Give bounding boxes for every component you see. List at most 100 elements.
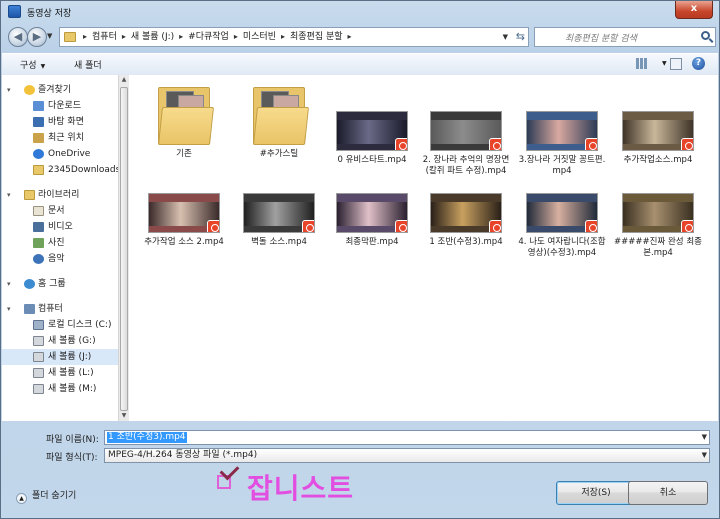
expand-arrow-icon[interactable]: ▾ xyxy=(7,82,11,98)
nav-item[interactable]: 새 볼륨 (L:) xyxy=(2,365,118,381)
search-input[interactable]: 최종편집 분할 검색 xyxy=(534,27,716,47)
file-item[interactable]: 최종막판.mp4 xyxy=(327,193,417,248)
file-name: 최종막판.mp4 xyxy=(345,237,399,247)
navigation-pane: ▾ 즐겨찾기 다운로드 바탕 화면 최근 위치 OneDrive 2345Downloads… xyxy=(2,75,118,421)
history-dropdown-icon[interactable]: ▼ xyxy=(47,32,52,40)
music-icon xyxy=(33,254,44,264)
refresh-icon[interactable]: ⇆ xyxy=(516,28,525,46)
cancel-button[interactable]: 취소 xyxy=(628,481,708,505)
file-name: 0 유비스타트.mp4 xyxy=(337,155,407,165)
organize-label: 구성 xyxy=(20,61,37,71)
close-button[interactable]: x xyxy=(675,1,713,19)
app-icon xyxy=(8,5,21,18)
scroll-up-icon[interactable]: ▲ xyxy=(119,75,129,85)
nav-group-libraries[interactable]: ▾ 라이브러리 xyxy=(2,187,118,203)
pictures-icon xyxy=(33,238,44,248)
nav-item[interactable]: 2345Downloads xyxy=(2,162,118,178)
file-item[interactable]: 3.장나라 거짓말 꽁트편.mp4 xyxy=(517,79,607,177)
file-name: #추가스틸 xyxy=(259,149,299,159)
filetype-dropdown-icon: ▼ xyxy=(701,451,707,459)
media-player-icon xyxy=(585,138,597,150)
nav-item[interactable]: 사진 xyxy=(2,235,118,251)
file-item[interactable]: 2. 장나라 추억의 명장면 (칼쥐 파트 수정).mp4 xyxy=(421,79,511,177)
onedrive-icon xyxy=(33,149,44,159)
new-folder-button[interactable]: 새 폴더 xyxy=(74,58,102,71)
file-item[interactable]: #####진짜 완성 최종본.mp4 xyxy=(613,193,703,259)
file-name: 2. 장나라 추억의 명장면 (칼쥐 파트 수정).mp4 xyxy=(422,155,510,176)
file-name: 추가작업소스.mp4 xyxy=(623,155,693,165)
expand-arrow-icon[interactable]: ▾ xyxy=(7,301,11,317)
nav-item[interactable]: 로컬 디스크 (C:) xyxy=(2,317,118,333)
address-bar[interactable]: ▸ 컴퓨터 ▸ 새 볼륨 (J:) ▸ #다큐작업 ▸ 미스터빈 ▸ 최종편집 분할 ▸ ▼ ⇆ xyxy=(59,27,529,47)
nav-group-homegroup[interactable]: ▾ 홈 그룹 xyxy=(2,276,118,292)
back-arrow-icon: ◀ xyxy=(13,30,23,43)
forward-arrow-icon: ▶ xyxy=(32,30,42,43)
filename-field[interactable]: 1 조반(수정3).mp4 ▼ xyxy=(104,430,710,445)
preview-pane-icon[interactable] xyxy=(670,58,682,70)
crumb-separator-icon[interactable]: ▸ xyxy=(122,32,126,41)
breadcrumb-item[interactable]: #다큐작업 xyxy=(188,32,229,42)
crumb-separator-icon[interactable]: ▸ xyxy=(83,32,87,41)
file-item[interactable]: 벽돌 소스.mp4 xyxy=(234,193,324,248)
scroll-down-icon[interactable]: ▼ xyxy=(119,411,129,421)
nav-item[interactable]: 비디오 xyxy=(2,219,118,235)
organize-menu[interactable]: 구성 ▼ xyxy=(20,58,45,71)
file-item[interactable]: 추가작업소스.mp4 xyxy=(613,79,703,166)
file-name: 1 조반(수정3).mp4 xyxy=(429,237,503,247)
video-thumbnail xyxy=(336,111,408,151)
nav-item-label: 로컬 디스크 (C:) xyxy=(48,320,112,330)
filename-label: 파일 이름(N): xyxy=(46,435,99,445)
view-dropdown-icon[interactable]: ▼ xyxy=(662,60,667,67)
help-icon[interactable]: ? xyxy=(692,57,705,70)
nav-group-computer[interactable]: ▾ 컴퓨터 xyxy=(2,301,118,317)
folder-icon xyxy=(33,165,44,175)
file-list: 기존 #추가스틸 0 유비스타트.mp4 2. 장나라 추억의 명장면 (칼쥐 파트 … xyxy=(129,75,718,421)
recent-places-icon xyxy=(33,133,44,143)
expand-arrow-icon[interactable]: ▾ xyxy=(7,276,11,292)
nav-group-favorites[interactable]: ▾ 즐겨찾기 xyxy=(2,82,118,98)
nav-item[interactable]: 음악 xyxy=(2,251,118,267)
nav-item[interactable]: 다운로드 xyxy=(2,98,118,114)
breadcrumb-item[interactable]: 미스터빈 xyxy=(243,32,276,42)
breadcrumb-item[interactable]: 최종편집 분할 xyxy=(290,32,343,42)
file-item[interactable]: 추가작업 소스 2.mp4 xyxy=(139,193,229,248)
crumb-separator-icon[interactable]: ▸ xyxy=(179,32,183,41)
filename-dropdown-icon[interactable]: ▼ xyxy=(702,433,707,441)
file-item[interactable]: 0 유비스타트.mp4 xyxy=(327,79,417,166)
folder-item[interactable]: 기존 xyxy=(139,79,229,160)
expand-arrow-icon[interactable]: ▾ xyxy=(7,187,11,203)
nav-item[interactable]: 새 볼륨 (M:) xyxy=(2,381,118,397)
nav-item-label: 새 볼륨 (L:) xyxy=(48,368,94,378)
crumb-separator-icon[interactable]: ▸ xyxy=(348,32,352,41)
crumb-separator-icon[interactable]: ▸ xyxy=(281,32,285,41)
file-name: 벽돌 소스.mp4 xyxy=(251,237,307,247)
breadcrumb-item[interactable]: 새 볼륨 (J:) xyxy=(131,32,174,42)
hide-folders-toggle[interactable]: ▲ 폴더 숨기기 xyxy=(16,488,76,504)
crumb-separator-icon[interactable]: ▸ xyxy=(234,32,238,41)
file-name: 4. 나도 여자랍니다(조합영상)(수정3).mp4 xyxy=(518,237,606,258)
nav-item[interactable]: 새 볼륨 (G:) xyxy=(2,333,118,349)
nav-item-label: 새 볼륨 (M:) xyxy=(48,384,97,394)
drive-icon xyxy=(33,384,44,394)
media-player-icon xyxy=(585,220,597,232)
nav-item[interactable]: 바탕 화면 xyxy=(2,114,118,130)
nav-item[interactable]: 최근 위치 xyxy=(2,130,118,146)
videos-icon xyxy=(33,222,44,232)
nav-scrollbar[interactable]: ▲ ▼ xyxy=(118,75,129,421)
nav-item[interactable]: 문서 xyxy=(2,203,118,219)
save-button[interactable]: 저장(S) xyxy=(556,481,636,505)
file-item[interactable]: 1 조반(수정3).mp4 xyxy=(421,193,511,248)
nav-item[interactable]: OneDrive xyxy=(2,146,118,162)
folder-item[interactable]: #추가스틸 xyxy=(234,79,324,160)
filetype-select[interactable]: MPEG-4/H.264 동영상 파일 (*.mp4) ▼ xyxy=(104,448,710,463)
nav-item[interactable]: 새 볼륨 (J:) xyxy=(2,349,118,365)
address-dropdown-icon[interactable]: ▼ xyxy=(503,28,508,46)
video-thumbnail xyxy=(430,111,502,151)
video-thumbnail xyxy=(430,193,502,233)
breadcrumb-item[interactable]: 컴퓨터 xyxy=(92,32,117,42)
scroll-thumb[interactable] xyxy=(120,87,128,411)
back-button[interactable]: ◀ xyxy=(8,27,28,47)
view-options-icon[interactable] xyxy=(636,58,647,69)
forward-button[interactable]: ▶ xyxy=(27,27,47,47)
file-item[interactable]: 4. 나도 여자랍니다(조합영상)(수정3).mp4 xyxy=(517,193,607,259)
